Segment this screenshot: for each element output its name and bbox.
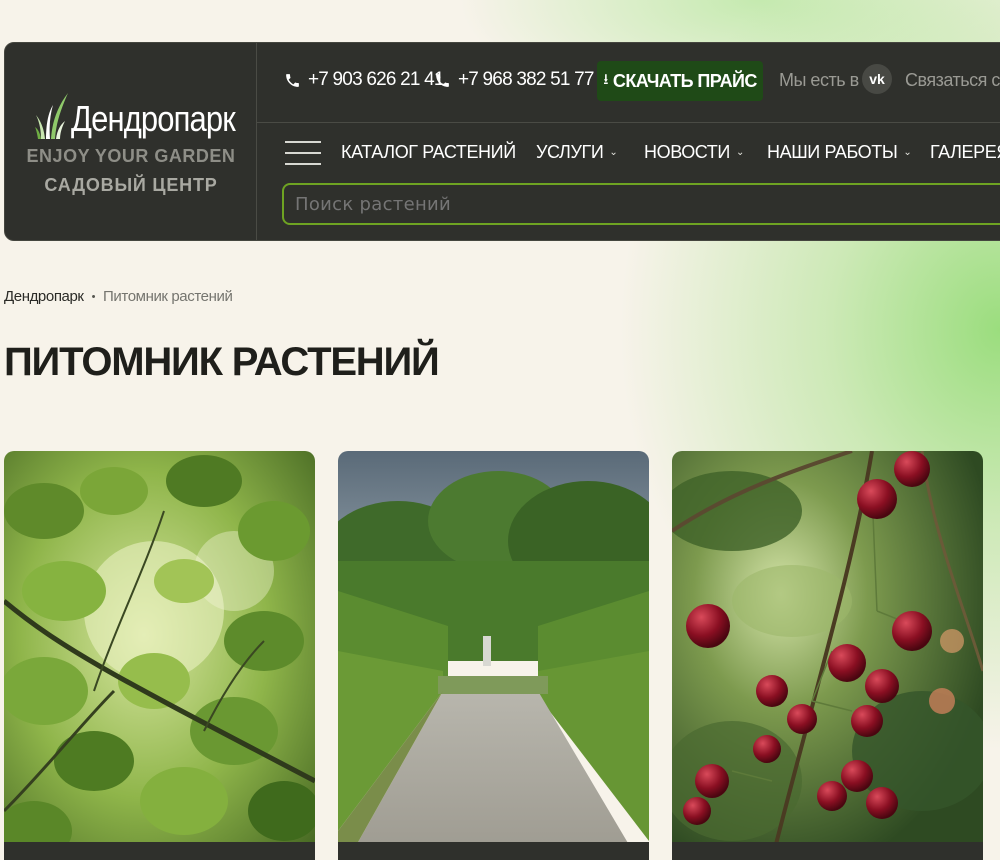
search-input[interactable] [282, 183, 1000, 225]
category-card-1[interactable] [4, 451, 315, 860]
nav-works[interactable]: НАШИ РАБОТЫ ⌄ [767, 142, 912, 163]
chevron-down-icon: ⌄ [735, 147, 744, 158]
nav-label: НАШИ РАБОТЫ [767, 142, 898, 162]
card-footer [4, 842, 315, 860]
green-leaves-photo [4, 451, 315, 860]
phone-link-1[interactable]: +7 903 626 21 41 [284, 69, 444, 91]
logo-block[interactable]: Дендропарк ENJOY YOUR GARDEN САДОВЫЙ ЦЕН… [5, 43, 257, 240]
contact-link[interactable]: Связаться с [905, 70, 1000, 91]
download-icon: ⭳ [603, 70, 608, 88]
site-header: Дендропарк ENJOY YOUR GARDEN САДОВЫЙ ЦЕН… [4, 42, 1000, 241]
page-title: ПИТОМНИК РАСТЕНИЙ [4, 340, 440, 384]
vk-label: vk [869, 71, 885, 87]
cherries-branch-photo [672, 451, 983, 860]
vk-icon[interactable]: vk [862, 64, 892, 94]
chevron-down-icon: ⌄ [903, 147, 912, 158]
card-footer [672, 842, 983, 860]
menu-burger-icon[interactable] [285, 141, 321, 165]
logo[interactable]: Дендропарк [35, 91, 262, 139]
brand-subtitle: САДОВЫЙ ЦЕНТР [44, 175, 218, 195]
social-label: Мы есть в [779, 70, 859, 90]
category-card-3[interactable] [672, 451, 983, 860]
nav-catalog[interactable]: КАТАЛОГ РАСТЕНИЙ [341, 142, 516, 163]
nav-label: КАТАЛОГ РАСТЕНИЙ [341, 142, 516, 162]
nav-label: ГАЛЕРЕЯ [930, 142, 1000, 162]
header-topbar: +7 903 626 21 41 +7 968 382 51 77 ⭳ СКАЧ… [257, 43, 1000, 123]
nav-services[interactable]: УСЛУГИ ⌄ [536, 142, 618, 163]
brand-name: Дендропарк [71, 98, 236, 139]
category-card-2[interactable] [338, 451, 649, 860]
card-footer [338, 842, 649, 860]
phone-number-1: +7 903 626 21 41 [308, 69, 444, 90]
nav-label: УСЛУГИ [536, 142, 604, 162]
phone-number-2: +7 968 382 51 77 [458, 69, 594, 90]
breadcrumb-home-link[interactable]: Дендропарк [4, 288, 84, 305]
breadcrumb-current: Питомник растений [103, 288, 233, 305]
chevron-down-icon: ⌄ [609, 147, 618, 158]
hedge-garden-path-photo [338, 451, 649, 860]
phone-link-2[interactable]: +7 968 382 51 77 [434, 69, 594, 91]
nav-news[interactable]: НОВОСТИ ⌄ [644, 142, 744, 163]
grass-logo-icon [35, 93, 68, 139]
brand-tagline: ENJOY YOUR GARDEN [26, 146, 236, 166]
nav-gallery[interactable]: ГАЛЕРЕЯ [930, 142, 1000, 163]
download-price-button[interactable]: ⭳ СКАЧАТЬ ПРАЙС [597, 61, 763, 101]
breadcrumb-separator: • [91, 290, 96, 303]
phone-icon [436, 73, 449, 87]
phone-icon [286, 73, 299, 87]
breadcrumb: Дендропарк • Питомник растений [4, 288, 233, 305]
nav-label: НОВОСТИ [644, 142, 730, 162]
download-price-label: СКАЧАТЬ ПРАЙС [612, 70, 757, 91]
